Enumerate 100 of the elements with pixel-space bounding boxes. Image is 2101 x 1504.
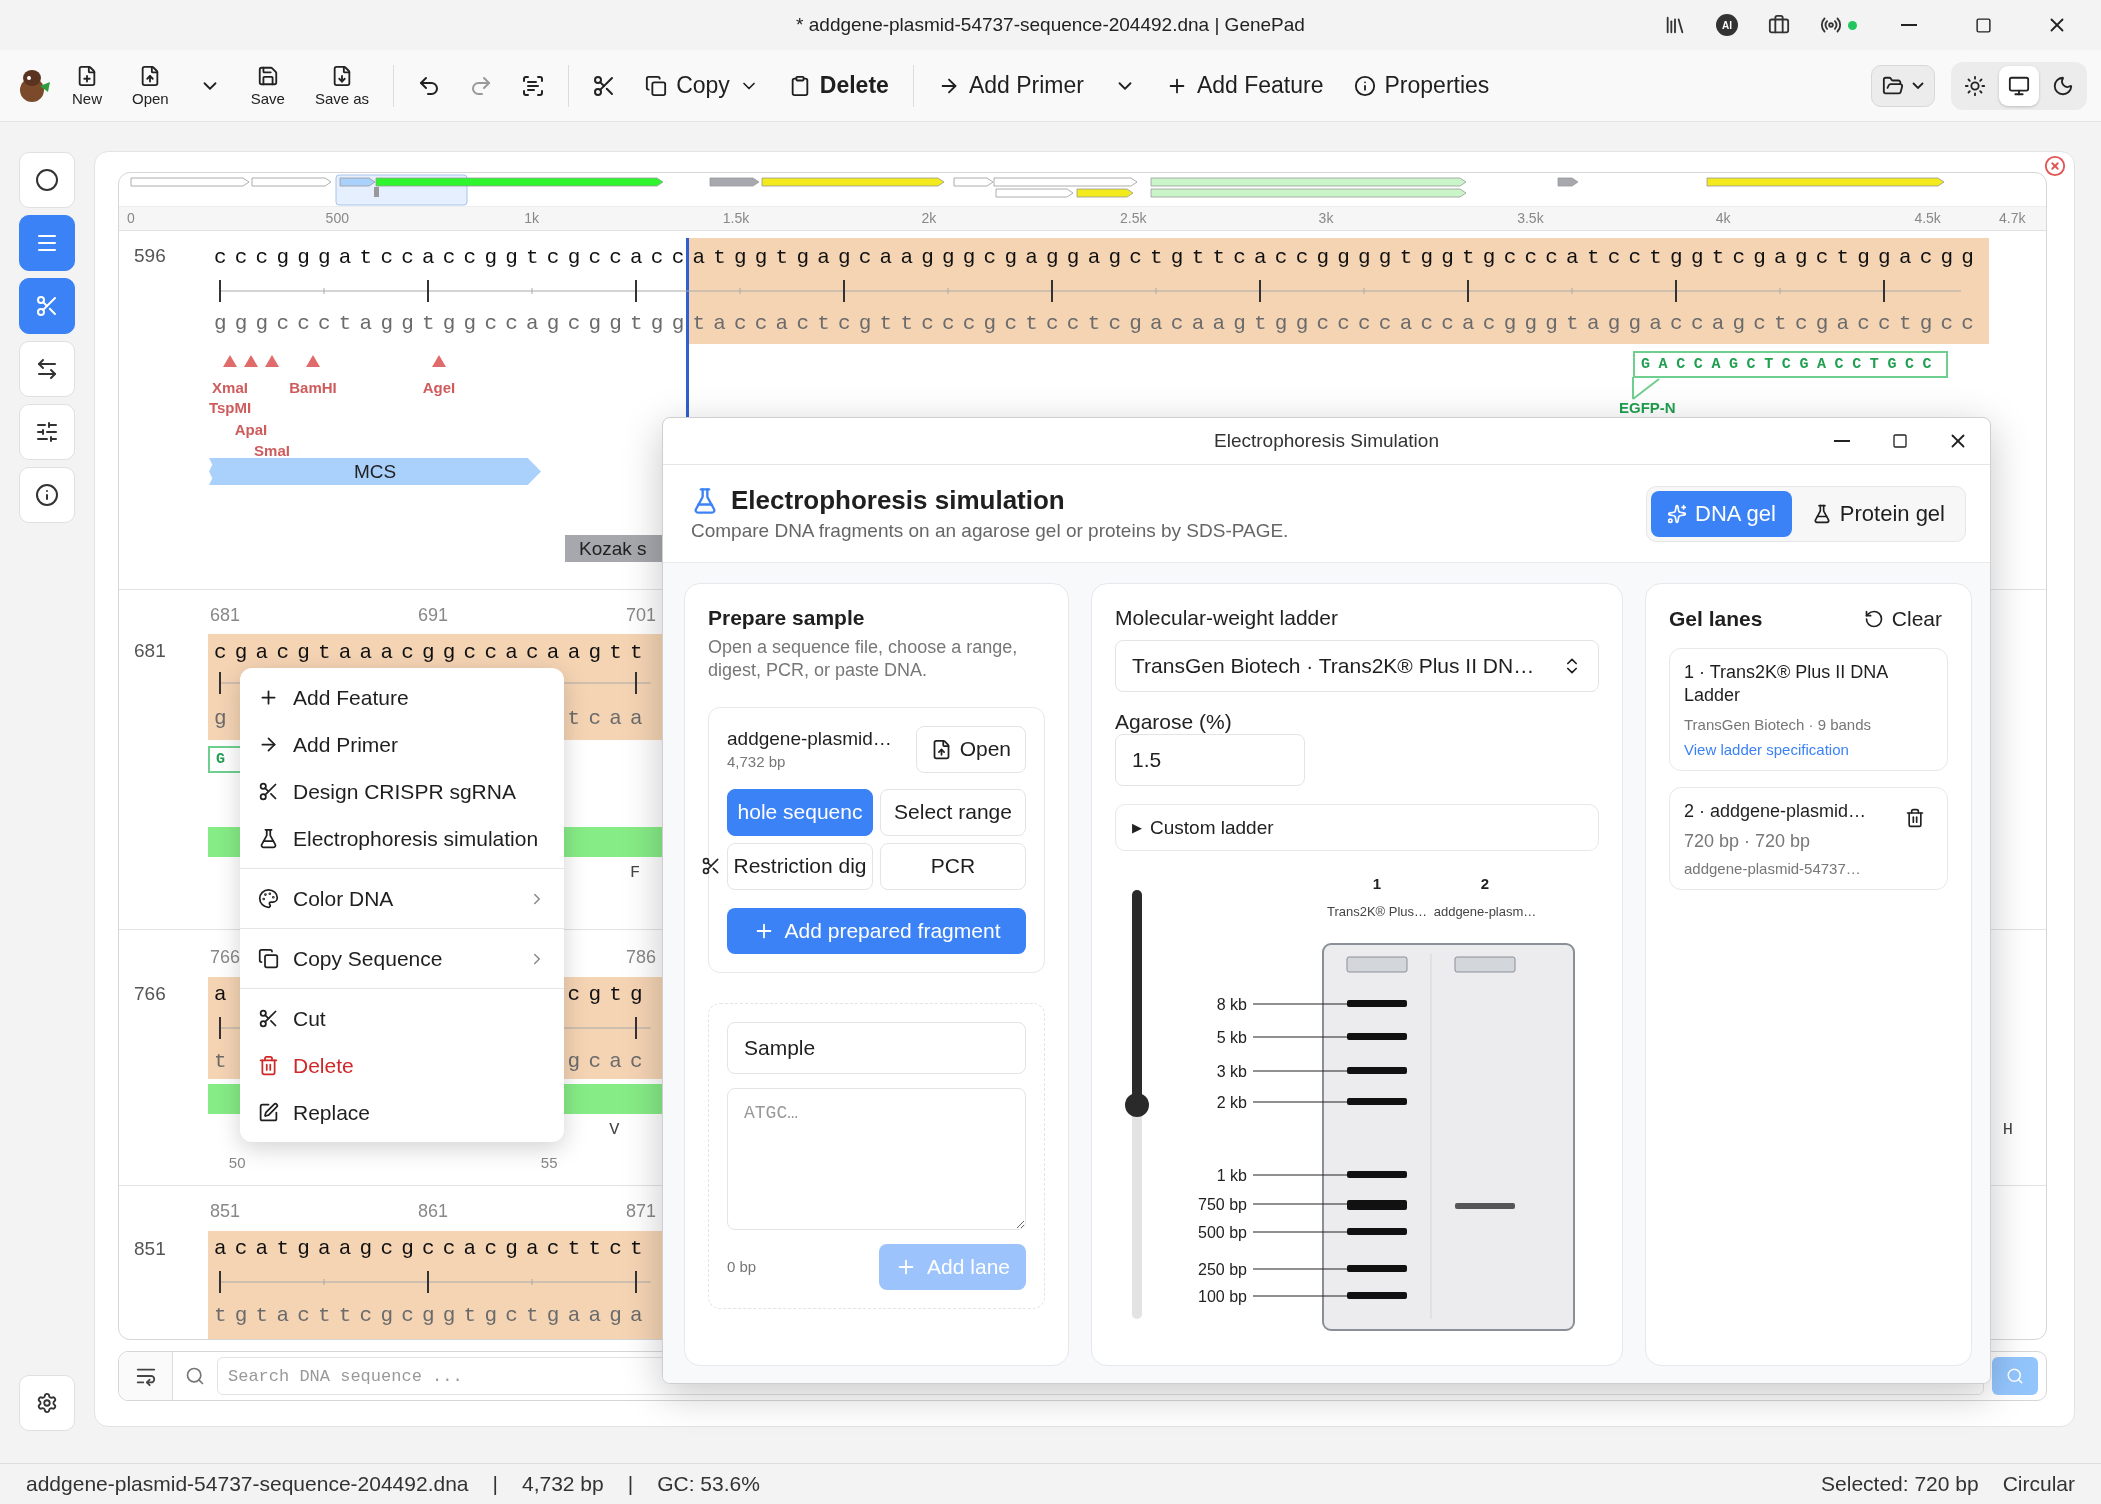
clear-button[interactable]: Clear xyxy=(1857,606,1948,632)
search-icon xyxy=(2006,1367,2024,1385)
sample-name-field[interactable]: Sample xyxy=(727,1021,1026,1074)
file-download-icon xyxy=(331,64,353,87)
axis-label: 3k xyxy=(1318,210,1334,226)
ladder-link[interactable]: View ladder specification xyxy=(1684,740,1933,758)
file-name: addgene-plasmid… xyxy=(727,728,892,751)
position-number: 871 xyxy=(626,1201,657,1222)
lane-number: 2 xyxy=(1480,875,1490,892)
copy-button[interactable]: Copy xyxy=(633,66,771,105)
axis-label: 0 xyxy=(127,210,135,226)
gel-band xyxy=(1347,1228,1407,1235)
band-size-label: 8 kb xyxy=(1216,996,1247,1013)
axis-label: 3.5k xyxy=(1517,210,1544,226)
enzyme-label: AgeI xyxy=(422,379,456,396)
sequence-strand: cgacgtaaacggccacaagtt xyxy=(214,642,651,663)
amino-acid-letter: V xyxy=(609,1120,620,1139)
menu-item[interactable]: Delete xyxy=(240,1042,564,1089)
gel-band xyxy=(1347,1098,1407,1105)
band-size-label: 750 bp xyxy=(1198,1196,1247,1213)
feature-bar: MCS xyxy=(209,458,541,485)
delete-button[interactable]: Delete xyxy=(776,66,901,105)
edit-icon xyxy=(258,1102,279,1123)
axis-label: 4k xyxy=(1715,210,1731,226)
add-feature-button[interactable]: Add Feature xyxy=(1153,66,1336,105)
mode-button[interactable]: hole sequenc xyxy=(727,788,873,836)
menu-item[interactable]: Add Feature xyxy=(240,674,564,721)
menu-item[interactable]: Design CRISPR sgRNA xyxy=(240,768,564,815)
sequence-strand: taccactcgttcccgctcctcgacaagtggccccaccacgggtaggaccagctcgacctgcc xyxy=(692,313,1983,334)
position-number: 851 xyxy=(210,1201,241,1222)
briefcase-icon[interactable] xyxy=(1768,14,1790,36)
band-size-label: 3 kb xyxy=(1216,1063,1247,1080)
band-size-label: 500 bp xyxy=(1198,1224,1247,1241)
wrap-button[interactable] xyxy=(119,1352,173,1400)
gel-well xyxy=(1454,956,1516,973)
position-number: 786 xyxy=(626,947,657,968)
axis-label: 2k xyxy=(921,210,937,226)
ai-badge[interactable]: AI xyxy=(1716,14,1738,36)
cut-site-icon xyxy=(306,355,320,367)
enzyme-label: SmaI xyxy=(254,442,290,459)
mode-button[interactable]: PCR xyxy=(880,842,1026,890)
slider-thumb[interactable] xyxy=(1125,1092,1149,1117)
menu-item[interactable]: Copy Sequence xyxy=(240,935,564,982)
swap-icon xyxy=(35,357,59,381)
add-primer-button[interactable]: Add Primer xyxy=(925,66,1096,105)
sparkle-icon xyxy=(1667,503,1688,524)
flask-icon xyxy=(691,486,719,515)
gel-band xyxy=(1455,1203,1515,1209)
save-button[interactable]: Save xyxy=(238,60,297,111)
primer-sequence: GACCAGCTCGACCTGCC xyxy=(1633,351,1949,378)
select-all-icon xyxy=(521,73,546,98)
custom-ladder-toggle[interactable]: ▶ Custom ladder xyxy=(1115,804,1599,851)
band-size-label: 250 bp xyxy=(1198,1261,1247,1278)
copy-icon xyxy=(258,948,279,969)
menu-item[interactable]: Replace xyxy=(240,1089,564,1136)
save-as-button[interactable]: Save as xyxy=(302,60,382,111)
agarose-field[interactable]: 1.5 xyxy=(1115,734,1305,786)
file-plus-icon xyxy=(76,64,98,87)
circle-icon xyxy=(35,168,59,192)
menu-item[interactable]: Electrophoresis simulation xyxy=(240,815,564,862)
lane-source: addgene-plasmid-54737… xyxy=(1684,860,1862,878)
folder-dropdown[interactable] xyxy=(1871,64,1935,107)
status-text: | xyxy=(492,1472,498,1496)
gel-type-tab[interactable]: Protein gel xyxy=(1795,490,1961,537)
sequence-field[interactable]: ATGC… xyxy=(727,1087,1026,1230)
section-title: Gel lanes xyxy=(1669,607,1763,631)
menu-item[interactable]: Add Primer xyxy=(240,721,564,768)
menu-item[interactable]: Color DNA xyxy=(240,875,564,922)
open-button[interactable]: Open xyxy=(120,60,181,111)
ladder-select[interactable]: TransGen Biotech · Trans2K® Plus II DN… xyxy=(1115,640,1599,692)
save-icon xyxy=(256,64,279,87)
library-icon[interactable] xyxy=(1664,14,1686,36)
axis-label: 2.5k xyxy=(1120,210,1147,226)
add-fragment-button[interactable]: Add prepared fragment xyxy=(727,907,1026,954)
new-button[interactable]: New xyxy=(60,60,114,111)
enzyme-label: BamHI xyxy=(289,379,337,396)
properties-button[interactable]: Properties xyxy=(1341,66,1502,105)
mode-button[interactable]: Select range xyxy=(880,788,1026,836)
close-icon[interactable] xyxy=(2044,155,2066,177)
mode-button[interactable]: Restriction dig xyxy=(727,842,873,890)
gel-type-tab[interactable]: DNA gel xyxy=(1651,490,1792,537)
lane-title: 2 · addgene-plasmid… xyxy=(1684,799,1868,823)
line-number: 851 xyxy=(134,1238,166,1260)
lane-number: 1 xyxy=(1372,875,1382,892)
theme-option[interactable] xyxy=(1999,65,2039,106)
position-number: 766 xyxy=(210,947,241,968)
trash-icon xyxy=(258,1055,279,1076)
lane-name: Trans2K® Plus… xyxy=(1326,904,1428,919)
enzyme-label: ApaI xyxy=(234,421,268,438)
settings-button[interactable] xyxy=(19,1375,75,1431)
band-size-label: 2 kb xyxy=(1216,1094,1247,1111)
sequence-strand: gggccctaggtggccagcggtgg xyxy=(214,313,693,334)
status-text: | xyxy=(627,1472,634,1496)
open-button[interactable]: Open xyxy=(915,725,1026,773)
lane-name: addgene-plasm… xyxy=(1433,904,1537,919)
status-text: GC: 53.6% xyxy=(657,1472,760,1496)
minimize-icon xyxy=(1834,440,1850,442)
line-number: 766 xyxy=(134,983,166,1005)
status-text: Circular xyxy=(2002,1472,2075,1496)
menu-item[interactable]: Cut xyxy=(240,995,564,1042)
